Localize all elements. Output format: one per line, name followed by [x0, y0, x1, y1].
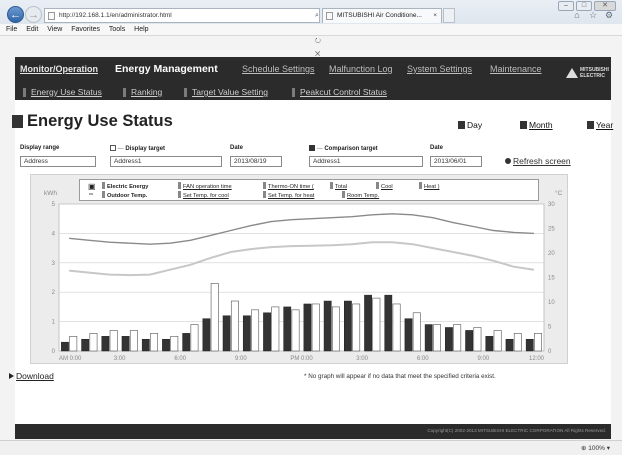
- subnav-target-value-setting[interactable]: Target Value Setting: [184, 87, 268, 97]
- subnav-energy-use-status[interactable]: Energy Use Status: [23, 87, 102, 97]
- legend-electric-energy[interactable]: Electric Energy: [102, 182, 148, 190]
- browser-tab[interactable]: MITSUBISHI Air Conditione... ×: [322, 8, 442, 23]
- legend-cool[interactable]: Cool: [376, 182, 393, 190]
- subnav-ranking[interactable]: Ranking: [123, 87, 162, 97]
- page-title: Energy Use Status: [12, 112, 173, 131]
- settings-gear-icon[interactable]: ⚙: [604, 10, 614, 20]
- legend-set-temp-heat[interactable]: Set Temp. for heat: [263, 191, 314, 199]
- y-axis-unit: kWh: [44, 190, 57, 197]
- favorites-star-icon[interactable]: ☆: [588, 10, 598, 20]
- display-range-label: Display range: [20, 145, 60, 151]
- page-footer: Copyright(C) 2002-2013 MITSUBISHI ELECTR…: [15, 424, 611, 439]
- chart-panel: [30, 174, 568, 364]
- nav-system-settings[interactable]: System Settings: [407, 64, 472, 74]
- tab-close-icon[interactable]: ×: [433, 9, 437, 23]
- address-bar[interactable]: http://192.168.1.1/en/administrator.html…: [44, 8, 321, 58]
- y2-axis-unit: °C: [555, 190, 563, 197]
- legend-heat[interactable]: Heat ): [419, 182, 440, 190]
- menu-help[interactable]: Help: [134, 26, 148, 33]
- zoom-level[interactable]: ⊕ 100% ▾: [581, 444, 610, 452]
- logo-text: MITSUBISHI ELECTRIC: [580, 67, 609, 79]
- legend-thermo-on-time[interactable]: Thermo-ON time (: [263, 182, 314, 190]
- browser-menubar: File Edit View Favorites Tools Help: [0, 24, 622, 36]
- chart-legend: ▣ ═ Electric Energy Outdoor Temp. FAN op…: [79, 179, 539, 201]
- display-target-label-text: Display target: [125, 146, 166, 152]
- period-year[interactable]: Year: [587, 120, 613, 130]
- comparison-date-field[interactable]: 2013/06/01: [430, 156, 482, 167]
- menu-favorites[interactable]: Favorites: [71, 26, 100, 33]
- copyright-text: Copyright(C) 2002-2013 MITSUBISHI ELECTR…: [427, 428, 606, 433]
- browser-window: – □ ✕ ← → http://192.168.1.1/en/administ…: [0, 0, 622, 455]
- forward-arrow-icon[interactable]: →: [25, 6, 42, 23]
- legend-set-temp-cool[interactable]: Set Temp. for cool: [178, 191, 229, 199]
- menu-edit[interactable]: Edit: [26, 26, 38, 33]
- sub-navigation: Energy Use Status Ranking Target Value S…: [15, 85, 611, 100]
- nav-schedule-settings[interactable]: Schedule Settings: [242, 64, 315, 74]
- nav-monitor-operation[interactable]: Monitor/Operation: [20, 64, 98, 74]
- display-range-field[interactable]: Address: [20, 156, 96, 167]
- period-day[interactable]: Day: [458, 120, 482, 130]
- lock-icon: ▣: [88, 182, 96, 191]
- menu-view[interactable]: View: [47, 26, 62, 33]
- page-icon: [48, 12, 55, 20]
- display-target-field[interactable]: Address1: [110, 156, 222, 167]
- home-icon[interactable]: ⌂: [572, 10, 582, 20]
- browser-titlebar: – □ ✕ ← → http://192.168.1.1/en/administ…: [0, 0, 622, 58]
- tab-title: MITSUBISHI Air Conditione...: [337, 12, 422, 19]
- menu-tools[interactable]: Tools: [109, 26, 125, 33]
- date-field[interactable]: 2013/08/19: [230, 156, 282, 167]
- legend-room-temp[interactable]: Room Temp.: [342, 191, 379, 199]
- menu-file[interactable]: File: [6, 26, 17, 33]
- nav-malfunction-log[interactable]: Malfunction Log: [329, 64, 393, 74]
- tab-page-icon: [326, 12, 333, 20]
- line-swatch-icon: ═: [89, 192, 94, 198]
- comparison-date-label: Date: [430, 145, 444, 151]
- legend-outdoor-temp[interactable]: Outdoor Temp.: [102, 191, 147, 199]
- mitsubishi-logo: MITSUBISHI ELECTRIC: [566, 67, 609, 80]
- date-label: Date: [230, 145, 244, 151]
- refresh-screen-link[interactable]: Refresh screen: [505, 156, 571, 166]
- nav-energy-management[interactable]: Energy Management: [115, 63, 218, 75]
- subnav-peakcut-control-status[interactable]: Peakcut Control Status: [292, 87, 387, 97]
- display-target-swatch-icon: [110, 145, 116, 151]
- browser-toolbar-icons: ⌂ ☆ ⚙: [572, 10, 614, 20]
- comparison-target-label-text: Comparison target: [324, 146, 378, 152]
- legend-total[interactable]: Total: [330, 182, 347, 190]
- comparison-target-swatch-icon: [309, 145, 315, 151]
- nav-maintenance[interactable]: Maintenance: [490, 64, 542, 74]
- back-arrow-icon[interactable]: ←: [7, 6, 24, 23]
- legend-fan-operation-time[interactable]: FAN operation time: [178, 182, 232, 190]
- download-link[interactable]: Download: [9, 371, 54, 381]
- period-month[interactable]: Month: [520, 120, 553, 130]
- display-target-label: — Display target: [110, 145, 165, 152]
- no-data-note: * No graph will appear if no data that m…: [304, 373, 496, 380]
- comparison-target-label: — Comparison target: [309, 145, 378, 152]
- three-diamonds-icon: [566, 68, 578, 78]
- url-text: http://192.168.1.1/en/administrator.html: [59, 12, 172, 19]
- browser-statusbar: ⊕ 100% ▾: [0, 440, 622, 455]
- comparison-target-field[interactable]: Address1: [309, 156, 423, 167]
- new-tab-button[interactable]: [443, 8, 455, 23]
